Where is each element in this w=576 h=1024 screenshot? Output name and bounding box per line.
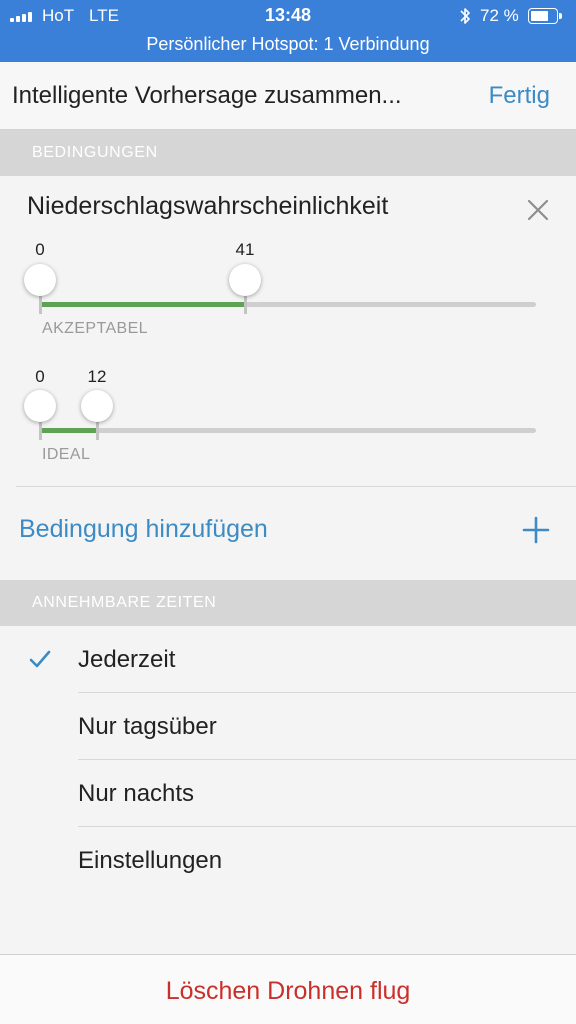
time-option-night[interactable]: Nur nachts (0, 760, 576, 827)
hotspot-banner[interactable]: Persönlicher Hotspot: 1 Verbindung (0, 34, 576, 55)
acceptable-min-value: 0 (35, 240, 45, 259)
time-option-label: Nur nachts (78, 780, 195, 807)
close-icon[interactable] (524, 196, 552, 224)
acceptable-min-thumb[interactable] (24, 264, 56, 296)
ideal-min-thumb[interactable] (24, 390, 56, 422)
time-option-label: Nur tagsüber (78, 713, 217, 740)
battery-percent: 72 % (480, 6, 519, 25)
time-option-label: Einstellungen (78, 847, 223, 874)
acceptable-range-slider[interactable]: 0 41 AKZEPTABEL (0, 236, 576, 346)
acceptable-max-value: 41 (235, 240, 255, 259)
plus-icon[interactable] (522, 516, 550, 544)
done-button[interactable]: Fertig (489, 82, 550, 110)
time-option-settings[interactable]: Einstellungen (0, 827, 576, 894)
bluetooth-icon (460, 8, 470, 24)
time-option-anytime[interactable]: Jederzeit (0, 626, 576, 693)
section-header-conditions: BEDINGUNGEN (0, 130, 576, 176)
time-option-daytime[interactable]: Nur tagsüber (0, 693, 576, 760)
divider (16, 486, 576, 487)
ideal-range-slider[interactable]: 0 12 IDEAL (0, 364, 576, 474)
acceptable-track-fill (40, 302, 245, 307)
ideal-track (40, 428, 536, 433)
ideal-track-fill (40, 428, 97, 433)
delete-flight-button[interactable]: Löschen Drohnen flug (0, 977, 576, 1006)
ideal-max-thumb[interactable] (81, 390, 113, 422)
battery-icon (528, 8, 562, 24)
ideal-label: IDEAL (42, 446, 91, 463)
battery-level-fill (531, 11, 548, 21)
status-row: HoT LTE 13:48 72 % (0, 0, 576, 32)
checkmark-icon (29, 650, 51, 668)
section-header-times: ANNEHMBARE ZEITEN (0, 580, 576, 626)
status-bar: HoT LTE 13:48 72 % Persönlicher Hotspot:… (0, 0, 576, 62)
condition-title: Niederschlagswahrscheinlichkeit (27, 192, 389, 220)
time-option-label: Jederzeit (78, 646, 176, 673)
acceptable-label: AKZEPTABEL (42, 320, 148, 337)
acceptable-max-thumb[interactable] (229, 264, 261, 296)
page-title: Intelligente Vorhersage zusammen... (12, 82, 402, 109)
add-condition-button[interactable]: Bedingung hinzufügen (19, 515, 268, 544)
ideal-min-value: 0 (35, 367, 45, 386)
ideal-max-value: 12 (87, 367, 107, 386)
footer-bar: Löschen Drohnen flug (0, 954, 576, 1024)
acceptable-track (40, 302, 536, 307)
navigation-bar: Intelligente Vorhersage zusammen... Fert… (0, 62, 576, 130)
